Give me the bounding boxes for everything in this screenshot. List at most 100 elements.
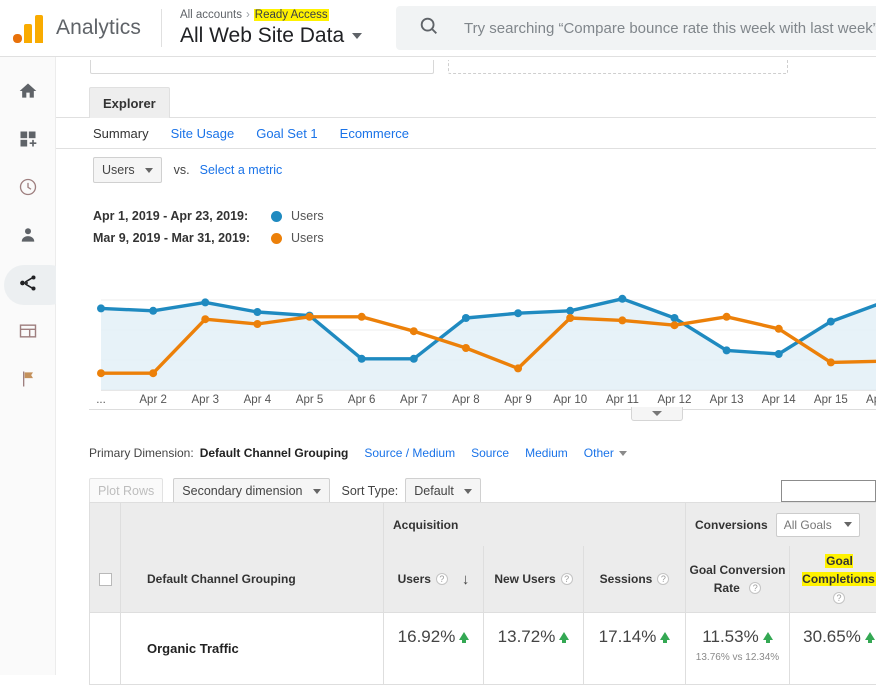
header-goal-completions[interactable]: Goal Completions ?	[790, 546, 876, 612]
segment-box-primary[interactable]	[90, 60, 434, 74]
table-row[interactable]: Organic Traffic 16.92% 13.72% 17.14% 11.…	[89, 613, 876, 685]
tab-explorer[interactable]: Explorer	[89, 87, 170, 118]
row-dimension-cell: Organic Traffic	[121, 613, 384, 684]
x-axis-tick: Apr 6	[347, 394, 376, 406]
x-axis-tick: ...	[96, 394, 106, 406]
search-input[interactable]	[462, 18, 876, 38]
data-table: Acquisition Conversions All Goals Defaul…	[89, 502, 876, 685]
subnav-site-usage[interactable]: Site Usage	[171, 126, 235, 141]
chevron-down-icon	[843, 522, 852, 527]
sort-descending-icon[interactable]: ↓	[462, 572, 470, 587]
select-a-metric-link[interactable]: Select a metric	[200, 163, 283, 177]
sidebar-item-realtime[interactable]	[0, 165, 56, 213]
header-divider	[160, 9, 162, 47]
chevron-down-icon	[352, 32, 363, 39]
trend-up-icon	[459, 632, 470, 643]
header-goal-conversion-rate[interactable]: Goal Conversion Rate ?	[686, 546, 790, 612]
row-new-users-text: 13.72%	[497, 627, 556, 646]
row-users-cell: 16.92%	[384, 613, 484, 684]
plot-rows-button[interactable]: Plot Rows	[89, 478, 164, 504]
help-icon[interactable]: ?	[749, 581, 762, 594]
chevron-down-icon	[652, 411, 662, 416]
trend-up-icon	[762, 632, 773, 643]
row-gcr-subvalue: 13.76% vs 12.34%	[695, 652, 780, 663]
subnav-ecommerce[interactable]: Ecommerce	[340, 126, 409, 141]
header-users[interactable]: Users ? ↓	[384, 546, 484, 612]
secondary-dimension-label: Secondary dimension	[182, 484, 303, 498]
header-group-checkbox-spacer	[90, 503, 121, 546]
header-goal-conversion-rate-label: Goal Conversion Rate	[689, 563, 786, 595]
share-nodes-icon	[17, 272, 39, 299]
subnav-goal-set-1[interactable]: Goal Set 1	[256, 126, 317, 141]
secondary-dimension-button[interactable]: Secondary dimension	[173, 478, 330, 504]
help-icon[interactable]: ?	[657, 573, 670, 585]
flag-icon	[18, 369, 38, 394]
sidebar-item-conversions[interactable]	[0, 357, 56, 405]
row-gc-text: 30.65%	[803, 627, 861, 646]
person-icon	[18, 225, 38, 250]
x-axis-tick: Apr 12	[657, 394, 692, 406]
view-name-label: All Web Site Data	[179, 23, 345, 47]
view-selector[interactable]: All Web Site Data	[180, 23, 370, 49]
analytics-logo-icon	[12, 13, 46, 43]
search-icon	[418, 15, 440, 42]
chart-collapse-button[interactable]	[631, 407, 683, 421]
breadcrumb-account-name[interactable]: Ready Access	[253, 8, 329, 21]
row-new-users-value: 13.72%	[498, 627, 570, 647]
primary-dimension-source[interactable]: Source	[471, 446, 509, 460]
sidebar-item-customization[interactable]	[0, 117, 56, 165]
x-axis-tick: Apr 15	[813, 394, 848, 406]
breadcrumb-all-accounts[interactable]: All accounts	[180, 9, 242, 21]
x-axis-tick: Apr 8	[452, 394, 480, 406]
primary-dimension-default-channel-grouping[interactable]: Default Channel Grouping	[200, 446, 348, 473]
primary-dimension-medium[interactable]: Medium	[525, 446, 568, 460]
select-all-checkbox[interactable]	[98, 572, 112, 586]
app-header: Analytics All accounts › Ready Access All …	[0, 0, 876, 57]
timeline-chart[interactable]	[93, 252, 876, 402]
global-search[interactable]	[396, 6, 876, 50]
clock-icon	[18, 177, 38, 202]
dimension-column-header: Default Channel Grouping	[147, 572, 296, 586]
window-icon	[18, 321, 38, 346]
help-icon[interactable]: ?	[560, 573, 573, 585]
row-goal-completions-cell: 30.65%	[790, 613, 876, 684]
legend-row-primary: Apr 1, 2019 - Apr 23, 2019: Users	[93, 205, 324, 227]
header-new-users-label: New Users	[494, 571, 556, 586]
sidebar-item-home[interactable]	[0, 69, 56, 117]
goals-selector[interactable]: All Goals	[775, 512, 860, 537]
subnav-summary[interactable]: Summary	[93, 126, 149, 141]
report-subnav: Summary Site Usage Goal Set 1 Ecommerce	[56, 118, 876, 149]
tab-strip: Explorer	[56, 87, 876, 118]
main-content: Explorer Summary Site Usage Goal Set 1 E…	[56, 57, 876, 685]
help-icon[interactable]: ?	[435, 573, 448, 585]
add-segment-box[interactable]	[448, 60, 788, 74]
row-sessions-text: 17.14%	[598, 627, 657, 646]
sidebar-item-audience[interactable]	[0, 213, 56, 261]
legend-row-comparison: Mar 9, 2019 - Mar 31, 2019: Users	[93, 227, 324, 249]
trend-up-icon	[559, 632, 570, 643]
legend-color-dot-orange	[271, 232, 282, 244]
sidebar-item-acquisition[interactable]	[0, 261, 70, 309]
primary-dimension-source-medium[interactable]: Source / Medium	[364, 446, 455, 460]
x-axis-tick: Apr 3	[191, 394, 220, 406]
sort-type-label: Sort Type:	[341, 484, 399, 498]
primary-dimension-other[interactable]: Other	[584, 446, 627, 460]
legend-date-range-comparison: Mar 9, 2019 - Mar 31, 2019:	[93, 231, 251, 245]
primary-dimension-label: Primary Dimension:	[89, 446, 194, 460]
trend-up-icon	[660, 632, 671, 643]
x-axis-tick: Apr 7	[400, 394, 428, 406]
account-selector[interactable]: All accounts › Ready Access All Web Site D…	[180, 8, 370, 49]
header-sessions[interactable]: Sessions ?	[584, 546, 686, 612]
metric-dropdown-label: Users	[102, 163, 135, 177]
help-icon[interactable]: ?	[833, 592, 845, 605]
metric-dropdown-users[interactable]: Users	[93, 157, 162, 183]
left-sidebar	[0, 57, 70, 675]
table-search-input[interactable]	[781, 480, 876, 502]
sort-type-button[interactable]: Default	[405, 478, 481, 504]
sidebar-item-behavior[interactable]	[0, 309, 56, 357]
header-group-conversions: Conversions All Goals	[686, 503, 876, 546]
chart-legend: Apr 1, 2019 - Apr 23, 2019: Users Mar 9,…	[93, 205, 324, 249]
header-new-users[interactable]: New Users ?	[484, 546, 584, 612]
breadcrumb: All accounts › Ready Access	[180, 8, 370, 23]
sort-type-value: Default	[414, 484, 454, 498]
